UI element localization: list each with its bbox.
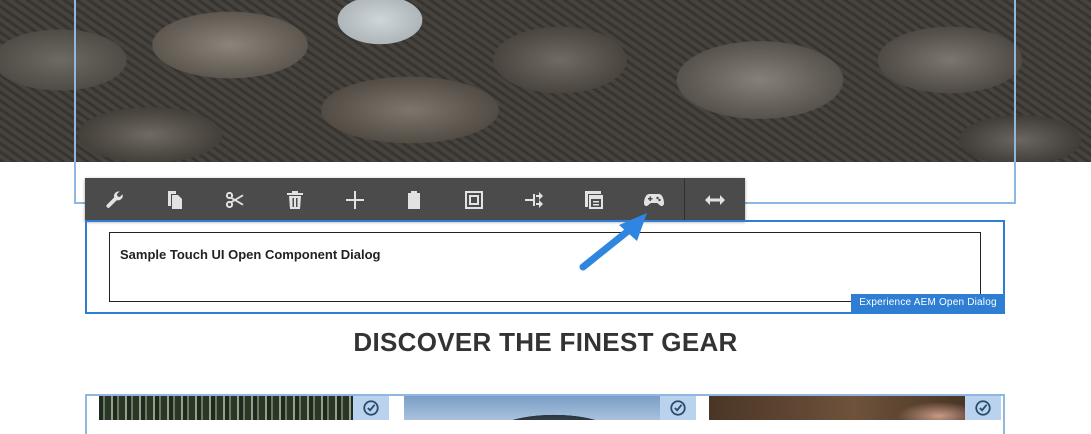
trash-icon	[286, 190, 303, 209]
group-icon	[465, 190, 484, 209]
component-title: Sample Touch UI Open Component Dialog	[120, 247, 381, 262]
card-edit-button[interactable]	[965, 396, 1001, 420]
annotation-arrow-icon	[579, 213, 647, 271]
hero-component-frame[interactable]	[74, 0, 1016, 204]
card-image-mountain[interactable]	[404, 396, 694, 420]
resize-button[interactable]	[684, 178, 745, 221]
scissors-icon	[225, 191, 244, 208]
edit-check-icon	[363, 400, 379, 416]
card-image-climber[interactable]	[709, 396, 999, 420]
delete-button[interactable]	[265, 178, 325, 221]
paste-button[interactable]	[385, 178, 445, 221]
card-image-forest[interactable]	[99, 396, 389, 420]
group-button[interactable]	[444, 178, 504, 221]
card-edit-button[interactable]	[660, 396, 696, 420]
wrench-icon	[106, 190, 123, 208]
plus-icon	[345, 190, 364, 209]
section-heading: DISCOVER THE FINEST GEAR	[353, 327, 738, 357]
edit-check-icon	[975, 400, 991, 416]
component-label-badge: Experience AEM Open Dialog	[851, 294, 1005, 312]
clipboard-icon	[408, 190, 421, 209]
copy-icon	[167, 190, 182, 209]
copy-button[interactable]	[145, 178, 205, 221]
configure-button[interactable]	[85, 178, 145, 221]
card-edit-button[interactable]	[353, 396, 389, 420]
insert-button[interactable]	[325, 178, 385, 221]
resize-horizontal-icon	[705, 194, 726, 205]
cut-button[interactable]	[205, 178, 265, 221]
convert-icon	[525, 191, 544, 208]
edit-check-icon	[670, 400, 686, 416]
component-content-box[interactable]: Sample Touch UI Open Component Dialog	[109, 232, 981, 302]
convert-button[interactable]	[504, 178, 564, 221]
